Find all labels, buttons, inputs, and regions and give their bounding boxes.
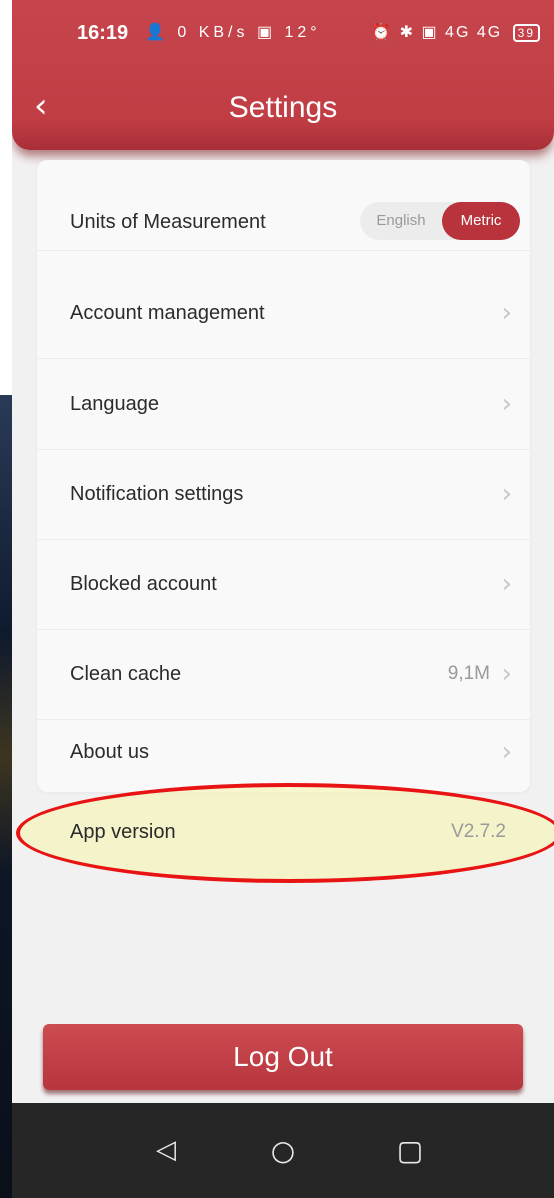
status-icons: ⏰ ✱ ▣ 4G 4G — [371, 24, 503, 41]
clean-cache-row[interactable]: Clean cache 9,1M › — [37, 629, 530, 720]
nav-back-icon[interactable]: ◁ — [136, 1103, 196, 1198]
unit-option-metric[interactable]: Metric — [442, 202, 520, 240]
app-version-row: App version V2.7.2 — [37, 792, 530, 872]
chevron-right-icon: › — [501, 479, 512, 509]
about-us-row[interactable]: About us › — [37, 712, 530, 793]
page-title: Settings — [228, 91, 338, 124]
row-label: Clean cache — [70, 663, 182, 685]
nav-home-icon[interactable]: ○ — [253, 1103, 313, 1198]
notification-settings-row[interactable]: Notification settings › — [37, 449, 530, 540]
status-bar: 16:19 👤 0 KB/s ▣ 12° ⏰ ✱ ▣ 4G 4G 39 — [12, 0, 554, 64]
app-header: 16:19 👤 0 KB/s ▣ 12° ⏰ ✱ ▣ 4G 4G 39 ‹ Se… — [12, 0, 554, 152]
row-label: Language — [70, 393, 159, 415]
cache-size-value: 9,1M — [447, 663, 490, 684]
unit-option-english[interactable]: English — [360, 202, 442, 240]
background-edge — [0, 395, 12, 1198]
status-right-icons: ⏰ ✱ ▣ 4G 4G 39 — [371, 22, 540, 42]
row-label: App version — [70, 821, 176, 843]
nav-recent-icon[interactable]: ▢ — [380, 1103, 440, 1198]
chevron-right-icon: › — [501, 298, 512, 328]
logout-button[interactable]: Log Out — [43, 1024, 523, 1090]
row-label: Blocked account — [70, 573, 217, 595]
chevron-right-icon: › — [501, 569, 512, 599]
app-screen: 16:19 👤 0 KB/s ▣ 12° ⏰ ✱ ▣ 4G 4G 39 ‹ Se… — [12, 0, 554, 1198]
units-label: Units of Measurement — [70, 211, 266, 233]
battery-icon: 39 — [512, 23, 540, 42]
row-label: Notification settings — [70, 483, 244, 505]
row-label: Account management — [70, 302, 265, 324]
account-management-row[interactable]: Account management › — [37, 268, 530, 359]
units-row: Units of Measurement English Metric — [37, 160, 530, 251]
units-toggle[interactable]: English Metric — [360, 202, 520, 240]
language-row[interactable]: Language › — [37, 359, 530, 450]
system-nav-bar: ◁ ○ ▢ — [12, 1103, 554, 1198]
row-label: About us — [70, 741, 149, 763]
settings-card: Units of Measurement English Metric Acco… — [37, 160, 530, 793]
blocked-account-row[interactable]: Blocked account › — [37, 539, 530, 630]
status-left-icons: 👤 0 KB/s ▣ 12° — [145, 24, 321, 41]
chevron-right-icon: › — [501, 737, 512, 767]
chevron-right-icon: › — [501, 389, 512, 419]
chevron-right-icon: › — [501, 659, 512, 689]
app-version-value: V2.7.2 — [451, 821, 506, 842]
status-time: 16:19 — [77, 22, 129, 44]
